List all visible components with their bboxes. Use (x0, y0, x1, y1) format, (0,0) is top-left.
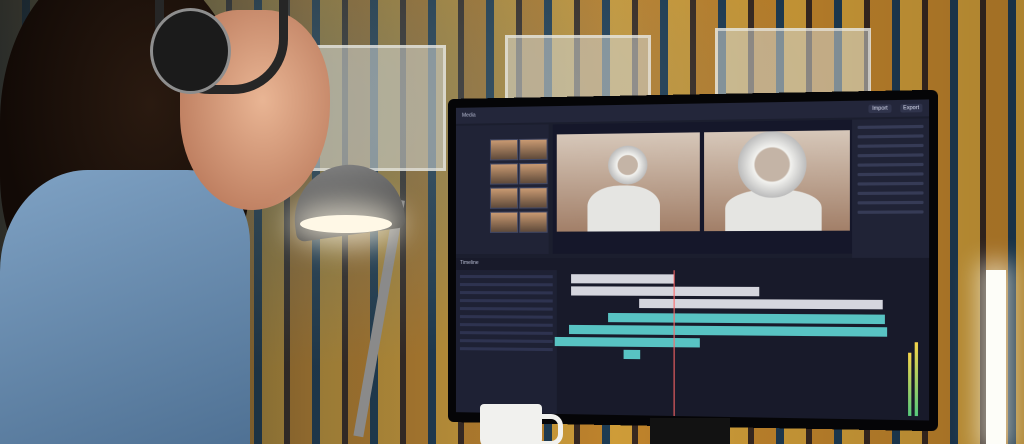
astronaut-helmet (737, 130, 807, 198)
headphone-earcup (150, 8, 231, 94)
track-row[interactable] (459, 339, 553, 343)
track-list (455, 270, 557, 414)
preview-viewer (552, 119, 855, 254)
app-tab[interactable]: Media (462, 113, 476, 119)
media-thumbnail[interactable] (519, 211, 548, 233)
lamp-bulb-glow (300, 215, 392, 233)
track-row[interactable] (459, 347, 553, 352)
media-browser-panel (455, 124, 549, 254)
wall-frame (310, 45, 446, 171)
person-editor (0, 0, 330, 444)
audio-clip[interactable] (608, 312, 885, 325)
inspector-panel (852, 118, 930, 277)
source-video-frame[interactable] (556, 132, 700, 232)
export-button[interactable]: Export (899, 103, 923, 113)
track-row[interactable] (459, 299, 553, 303)
light-bar (986, 270, 1006, 444)
track-row[interactable] (459, 323, 553, 327)
program-video-frame[interactable] (704, 130, 850, 232)
coffee-mug (480, 404, 542, 444)
astronaut-helmet (608, 145, 648, 185)
monitor: Media Import Export Timeline (448, 89, 938, 432)
audio-level-meter (908, 352, 912, 416)
track-row[interactable] (459, 315, 553, 319)
media-thumbnail[interactable] (519, 162, 548, 185)
media-thumbnail[interactable] (489, 163, 519, 185)
astronaut-suit (587, 185, 660, 232)
media-thumbnail[interactable] (519, 138, 548, 161)
track-row[interactable] (459, 275, 553, 279)
shirt (0, 170, 250, 444)
mug-handle (538, 414, 563, 444)
media-thumbnail[interactable] (519, 187, 548, 209)
audio-clip[interactable] (554, 336, 700, 348)
track-row[interactable] (459, 283, 553, 287)
audio-clip[interactable] (623, 349, 641, 360)
video-clip[interactable] (571, 274, 675, 284)
video-clip[interactable] (571, 286, 760, 297)
media-thumbnail[interactable] (489, 211, 519, 233)
photo-scene: Media Import Export Timeline (0, 0, 1024, 444)
media-thumbnails (489, 138, 548, 233)
media-thumbnail[interactable] (489, 139, 519, 161)
timeline-panel: Timeline (455, 257, 930, 421)
monitor-stand (650, 418, 730, 444)
track-row[interactable] (459, 307, 553, 311)
timeline-playhead[interactable] (673, 270, 675, 417)
track-row[interactable] (459, 291, 553, 295)
timeline-header: Timeline (459, 259, 479, 267)
audio-clip[interactable] (569, 324, 888, 337)
editing-software-screen: Media Import Export Timeline (455, 99, 930, 421)
audio-level-meter (914, 342, 919, 417)
media-thumbnail[interactable] (489, 187, 519, 209)
video-clip[interactable] (639, 298, 883, 310)
track-row[interactable] (459, 331, 553, 335)
import-button[interactable]: Import (868, 104, 892, 114)
